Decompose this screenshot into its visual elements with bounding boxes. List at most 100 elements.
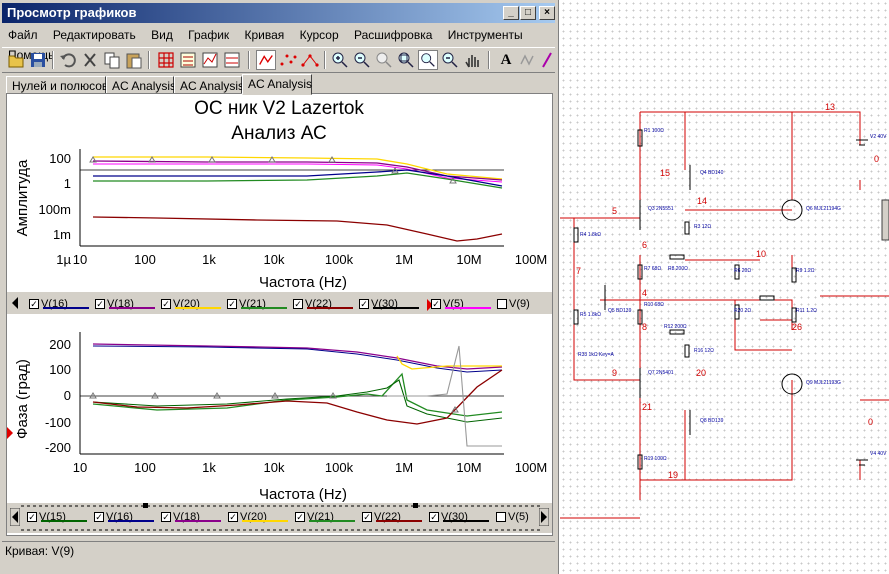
close-button[interactable]: × [539, 6, 555, 20]
bottom-xtick-10: 10 [73, 460, 87, 475]
checkbox-icon[interactable]: ✓ [27, 512, 37, 523]
signal-icon[interactable] [518, 50, 538, 70]
legend-swatch [43, 307, 89, 309]
legend-bottom-item-7[interactable]: ✓ V(30) [429, 508, 468, 526]
menu-graph[interactable]: График [182, 25, 235, 45]
toolbar: A [2, 47, 555, 73]
maximize-button[interactable]: □ [520, 6, 536, 20]
svg-text:R7 68Ω: R7 68Ω [644, 266, 661, 272]
top-ytick-1u: 1µ [56, 252, 71, 267]
menu-edit[interactable]: Редактировать [47, 25, 142, 45]
menu-tools[interactable]: Инструменты [442, 25, 529, 45]
node-label: 26 [792, 322, 802, 332]
legend-top-item-6[interactable]: ✓ V(30) [359, 295, 398, 313]
checkbox-icon[interactable]: ✓ [95, 299, 105, 310]
tab-ac-analysis-2[interactable]: AC Analysis [174, 76, 244, 94]
open-icon[interactable] [6, 50, 26, 70]
legend-bottom-item-3[interactable]: ✓ V(18) [161, 508, 200, 526]
tab-ac-analysis-3[interactable]: AC Analysis [242, 74, 312, 95]
bode-plot[interactable]: ОС ник V2 Lazertok Анализ АС Амплитуда 1… [7, 94, 552, 535]
checkbox-icon[interactable]: ✓ [431, 299, 441, 310]
split-icon[interactable] [200, 50, 220, 70]
checkbox-icon[interactable]: ✓ [227, 299, 237, 310]
tab-zero-pole[interactable]: Нулей и полюсов [6, 76, 108, 94]
legend-top-item-7[interactable]: ✓ V(5) [431, 295, 464, 313]
legend-swatch [443, 520, 489, 522]
checkbox-icon[interactable]: ✓ [359, 299, 369, 310]
legend-swatch [309, 520, 355, 522]
legend-bottom-item-8[interactable]: V(5) [496, 508, 529, 526]
legend-bottom-item-6[interactable]: ✓ V(22) [362, 508, 401, 526]
legend-bottom-item-2[interactable]: ✓ V(16) [94, 508, 133, 526]
copy-icon[interactable] [102, 50, 122, 70]
menu-cursor[interactable]: Курсор [294, 25, 345, 45]
svg-text:R5 1.8kΩ: R5 1.8kΩ [580, 312, 601, 318]
pan-icon[interactable] [462, 50, 482, 70]
node-label: 15 [660, 168, 670, 178]
grid-icon[interactable] [156, 50, 176, 70]
phase-cursor-marker[interactable] [7, 427, 13, 439]
menu-trace[interactable]: Кривая [239, 25, 291, 45]
zoom-out-icon[interactable] [352, 50, 372, 70]
save-icon[interactable] [28, 50, 48, 70]
checkbox-icon[interactable] [497, 299, 507, 310]
zoom-restore-icon[interactable] [440, 50, 460, 70]
node-label: 0 [868, 417, 873, 427]
bottom-ytick-200: 200 [49, 337, 71, 352]
svg-text:R3 12Ω: R3 12Ω [694, 224, 711, 230]
legend-bottom-item-5[interactable]: ✓ V(21) [295, 508, 334, 526]
zoom-full-icon[interactable] [418, 50, 438, 70]
checkbox-icon[interactable]: ✓ [161, 299, 171, 310]
title-bar[interactable]: Просмотр графиков _ □ × [2, 3, 555, 23]
checkbox-icon[interactable]: ✓ [429, 512, 439, 523]
dots-icon[interactable] [278, 50, 298, 70]
checkbox-icon[interactable]: ✓ [293, 299, 303, 310]
legend-top-item-3[interactable]: ✓ V(20) [161, 295, 200, 313]
legend-top-item-1[interactable]: ✓ V(16) [29, 295, 68, 313]
checkbox-icon[interactable]: ✓ [295, 512, 305, 523]
text-icon[interactable]: A [496, 50, 516, 70]
legend-bottom-item-4[interactable]: ✓ V(20) [228, 508, 267, 526]
zoom-fit-icon[interactable] [396, 50, 416, 70]
legend-top-item-8[interactable]: V(9) [497, 295, 530, 313]
paste-icon[interactable] [124, 50, 144, 70]
svg-text:R12 200Ω: R12 200Ω [664, 324, 687, 330]
top-xtick-10M: 10M [456, 252, 481, 267]
graph-area[interactable]: ОС ник V2 Lazertok Анализ АС Амплитуда 1… [6, 93, 553, 536]
svg-text:R10 68Ω: R10 68Ω [644, 302, 664, 308]
menu-file[interactable]: Файл [2, 25, 44, 45]
legend-icon[interactable] [178, 50, 198, 70]
menu-legend[interactable]: Расшифровка [348, 25, 438, 45]
checkbox-icon[interactable]: ✓ [94, 512, 104, 523]
legend-scroll-left-icon-2[interactable] [10, 508, 20, 526]
bottom-ytick-m200: -200 [45, 440, 71, 455]
svg-text:Q8 BD139: Q8 BD139 [700, 418, 724, 424]
tab-ac-analysis-1[interactable]: AC Analysis [106, 76, 176, 94]
zoom-box-icon[interactable] [374, 50, 394, 70]
checkbox-icon[interactable]: ✓ [228, 512, 238, 523]
undo-icon[interactable] [58, 50, 78, 70]
schematic-canvas[interactable]: 13 15 14 5 6 10 7 4 8 9 20 21 19 26 0 0 … [560, 0, 889, 574]
node-label: 10 [756, 249, 766, 259]
split2-icon[interactable] [222, 50, 242, 70]
checkbox-icon[interactable]: ✓ [161, 512, 171, 523]
legend-bottom-item-1[interactable]: ✓ V(15) [27, 508, 66, 526]
graph-title-line1: ОС ник V2 Lazertok [194, 98, 364, 119]
menu-view[interactable]: Вид [145, 25, 179, 45]
legend-scroll-right-icon[interactable] [539, 508, 549, 526]
schematic-side-widget[interactable] [881, 199, 889, 241]
cut-icon[interactable] [80, 50, 100, 70]
legend-top-item-5[interactable]: ✓ V(22) [293, 295, 332, 313]
legend-top-item-4[interactable]: ✓ V(21) [227, 295, 266, 313]
markers-icon[interactable] [300, 50, 320, 70]
checkbox-icon[interactable]: ✓ [29, 299, 39, 310]
minimize-button[interactable]: _ [503, 6, 519, 20]
zoom-in-icon[interactable] [330, 50, 350, 70]
checkbox-icon[interactable]: ✓ [362, 512, 372, 523]
top-xtick-100M: 100M [515, 252, 548, 267]
pen-icon[interactable] [540, 50, 554, 70]
line-icon[interactable] [256, 50, 276, 70]
checkbox-icon[interactable] [496, 512, 506, 523]
legend-top-item-2[interactable]: ✓ V(18) [95, 295, 134, 313]
node-label: 13 [825, 102, 835, 112]
